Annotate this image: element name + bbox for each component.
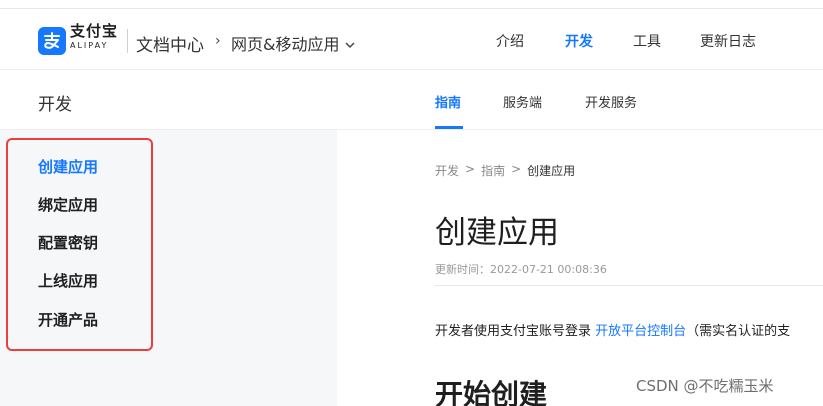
breadcrumb: 开发 > 指南 > 创建应用: [435, 162, 575, 179]
intro-text: 开发者使用支付宝账号登录: [435, 324, 596, 339]
breadcrumb-develop[interactable]: 开发: [435, 162, 459, 179]
breadcrumb-separator: >: [511, 162, 522, 176]
sub-header: 开发 指南 服务端 开发服务: [0, 70, 823, 130]
intro-text-suffix: （需实名认证的支: [686, 324, 791, 339]
alipay-logo-text[interactable]: 支付宝 ALIPAY: [70, 24, 118, 50]
top-header: 支付宝 ALIPAY 文档中心 › 网页&移动应用 介绍 开发 工具 更新日志: [0, 10, 823, 70]
breadcrumb-guide[interactable]: 指南: [481, 162, 505, 179]
open-platform-console-link[interactable]: 开放平台控制台: [595, 324, 686, 339]
tab-guide[interactable]: 指南: [435, 92, 461, 111]
divider: [435, 285, 823, 286]
logo-cn-text: 支付宝: [70, 22, 119, 40]
product-selector[interactable]: 网页&移动应用: [231, 31, 356, 55]
chevron-right-icon: ›: [215, 33, 221, 49]
page-title: 创建应用: [435, 215, 559, 251]
doc-center-link[interactable]: 文档中心: [136, 31, 204, 56]
chevron-down-icon: [345, 34, 356, 53]
updated-timestamp: 更新时间：2022-07-21 00:08:36: [435, 263, 607, 276]
breadcrumb-current: 创建应用: [527, 164, 576, 178]
alipay-logo-icon[interactable]: [38, 27, 66, 55]
tab-server[interactable]: 服务端: [503, 92, 542, 111]
active-tab-indicator: [435, 126, 463, 129]
section-heading: 开始创建: [435, 378, 548, 406]
tab-dev-services[interactable]: 开发服务: [585, 92, 637, 111]
highlight-annotation-box: [6, 138, 153, 351]
logo-divider: [127, 29, 128, 53]
logo-en-text: ALIPAY: [70, 41, 109, 50]
nav-changelog[interactable]: 更新日志: [700, 31, 756, 51]
product-selector-label: 网页&移动应用: [231, 35, 340, 54]
nav-develop[interactable]: 开发: [565, 31, 593, 51]
nav-tools[interactable]: 工具: [633, 31, 661, 51]
top-border: [0, 0, 823, 9]
section-title: 开发: [38, 95, 72, 115]
breadcrumb-separator: >: [465, 162, 476, 176]
intro-paragraph: 开发者使用支付宝账号登录 开放平台控制台（需实名认证的支: [435, 320, 790, 339]
nav-intro[interactable]: 介绍: [496, 31, 524, 51]
watermark: CSDN @不吃糯玉米: [636, 377, 774, 395]
